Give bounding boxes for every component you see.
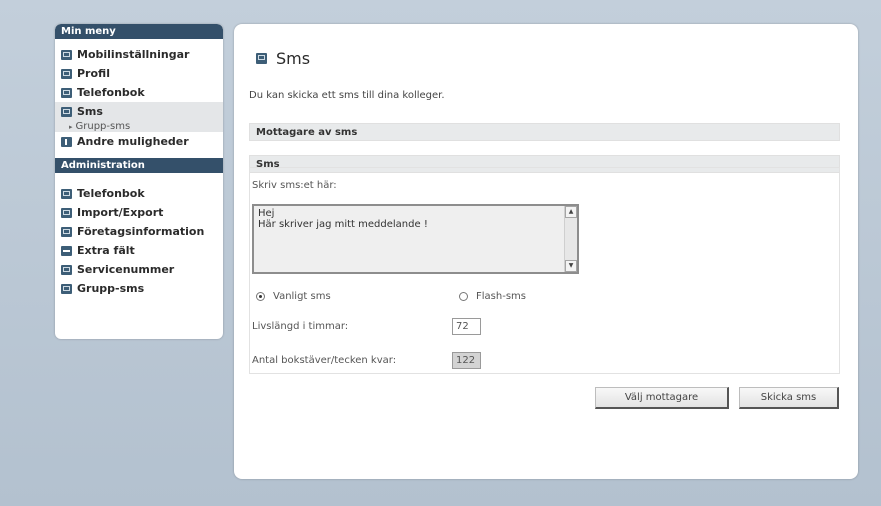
intro-text: Du kan skicka ett sms till dina kolleger… <box>249 90 445 101</box>
chars-left-label: Antal bokstäver/tecken kvar: <box>252 355 397 366</box>
menu-header: Min meny <box>55 24 223 39</box>
radio-label: Vanligt sms <box>273 291 331 302</box>
radio-flash-sms[interactable]: Flash-sms <box>459 291 526 302</box>
sidebar-item-label: Telefonbok <box>77 86 145 99</box>
sms-icon <box>61 106 72 117</box>
chars-left-value: 122 <box>452 352 481 369</box>
sidebar-item-label: Andre muligheder <box>77 135 189 148</box>
radio-selected-icon <box>256 292 265 301</box>
service-number-icon <box>61 264 72 275</box>
admin-item-label: Grupp-sms <box>77 282 145 295</box>
message-line: Här skriver jag mitt meddelande ! <box>258 219 428 230</box>
sidebar-item-label: Sms <box>77 105 103 118</box>
scroll-down-icon[interactable]: ▼ <box>565 260 577 272</box>
message-line: Hej <box>258 208 275 219</box>
admin-item-company-info[interactable]: Företagsinformation <box>55 222 223 241</box>
page-title: Sms <box>256 49 310 68</box>
sidebar-item-phonebook[interactable]: Telefonbok <box>55 83 223 102</box>
company-info-icon <box>61 226 72 237</box>
sidebar-item-other-options[interactable]: Andre muligheder <box>55 132 223 151</box>
admin-item-phonebook[interactable]: Telefonbok <box>55 184 223 203</box>
sidebar-subitem-label: Grupp-sms <box>75 121 131 132</box>
admin-item-import-export[interactable]: Import/Export <box>55 203 223 222</box>
admin-item-label: Servicenummer <box>77 263 175 276</box>
phonebook-icon <box>61 87 72 98</box>
message-textarea[interactable]: Hej Här skriver jag mitt meddelande ! ▲ … <box>252 204 579 274</box>
phonebook-icon <box>61 188 72 199</box>
chevron-right-icon: ▸ <box>69 123 73 131</box>
sidebar-item-mobile-settings[interactable]: Mobilinställningar <box>55 45 223 64</box>
recipients-section-header: Mottagare av sms <box>249 123 840 141</box>
radio-unselected-icon <box>459 292 468 301</box>
admin-item-label: Telefonbok <box>77 187 145 200</box>
admin-item-label: Extra fält <box>77 244 135 257</box>
radio-regular-sms[interactable]: Vanligt sms <box>256 291 331 302</box>
message-text: Hej Här skriver jag mitt meddelande ! <box>258 208 428 230</box>
main-panel: Sms Du kan skicka ett sms till dina koll… <box>234 24 858 479</box>
radio-label: Flash-sms <box>476 291 526 302</box>
sidebar-item-label: Profil <box>77 67 110 80</box>
admin-item-label: Import/Export <box>77 206 164 219</box>
mobile-settings-icon <box>61 49 72 60</box>
lifetime-label: Livslängd i timmar: <box>252 321 349 332</box>
sidebar-item-label: Mobilinställningar <box>77 48 190 61</box>
admin-header: Administration <box>55 158 223 173</box>
page-title-text: Sms <box>276 49 311 68</box>
admin-item-label: Företagsinformation <box>77 225 205 238</box>
profile-icon <box>61 68 72 79</box>
scroll-up-icon[interactable]: ▲ <box>565 206 577 218</box>
info-icon <box>61 136 72 147</box>
admin-item-extra-fields[interactable]: Extra fält <box>55 241 223 260</box>
sidebar-subitem-group-sms[interactable]: ▸ Grupp-sms <box>55 121 223 132</box>
admin-item-group-sms[interactable]: Grupp-sms <box>55 279 223 298</box>
group-sms-icon <box>61 283 72 294</box>
write-sms-label: Skriv sms:et här: <box>252 180 337 191</box>
admin-item-service-number[interactable]: Servicenummer <box>55 260 223 279</box>
send-sms-button[interactable]: Skicka sms <box>739 387 839 409</box>
sms-icon <box>256 53 267 64</box>
sidebar-item-profile[interactable]: Profil <box>55 64 223 83</box>
lifetime-input[interactable]: 72 <box>452 318 481 335</box>
sidebar-item-sms[interactable]: Sms <box>55 102 223 121</box>
import-export-icon <box>61 207 72 218</box>
textarea-scrollbar[interactable]: ▲ ▼ <box>564 206 577 272</box>
choose-recipients-button[interactable]: Välj mottagare <box>595 387 729 409</box>
sidebar: Min meny Mobilinställningar Profil Telef… <box>55 24 223 339</box>
add-field-icon <box>61 245 72 256</box>
